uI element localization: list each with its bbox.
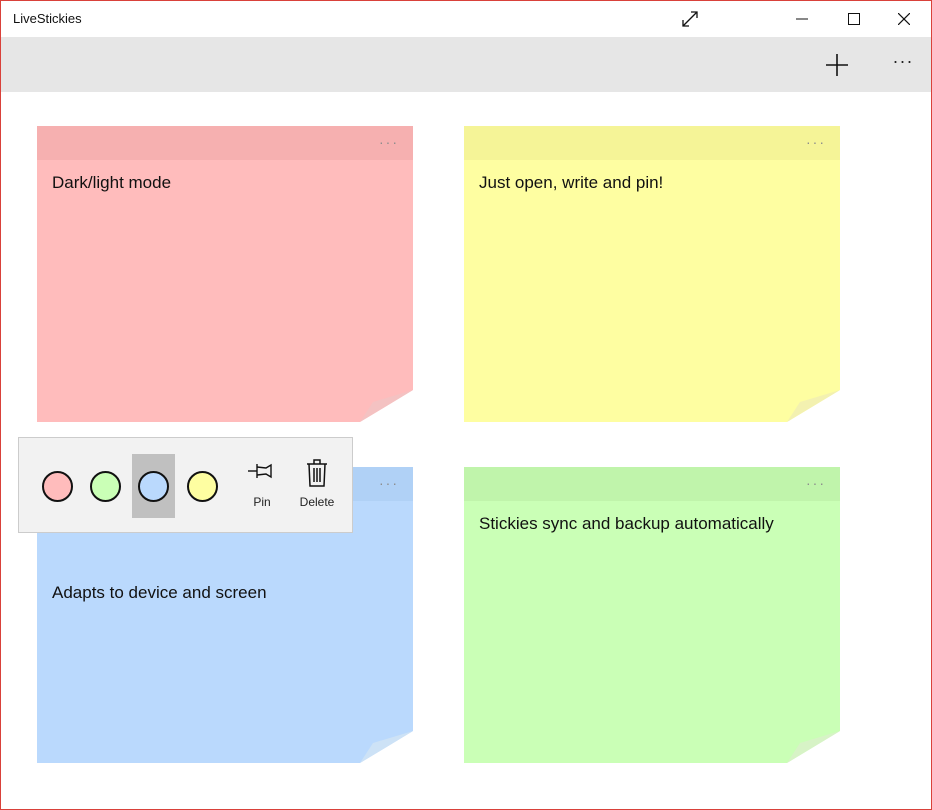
expand-icon[interactable] (667, 1, 713, 37)
delete-label: Delete (299, 495, 335, 509)
color-swatch (42, 470, 73, 502)
minimize-icon[interactable] (779, 1, 825, 37)
close-icon[interactable] (881, 1, 927, 37)
color-option-green[interactable] (84, 454, 127, 518)
add-note-button[interactable] (813, 37, 861, 92)
color-option-red[interactable] (36, 454, 79, 518)
delete-button[interactable]: Delete (292, 458, 342, 518)
maximize-icon[interactable] (831, 1, 877, 37)
pin-label: Pin (253, 495, 271, 509)
note-menu-button[interactable]: ··· (379, 134, 399, 150)
note-text[interactable]: Dark/light mode (52, 173, 171, 193)
color-swatch (187, 470, 218, 502)
note-menu-button[interactable]: ··· (806, 134, 826, 150)
title-bar: LiveStickies (1, 1, 931, 37)
pin-icon (248, 463, 272, 479)
app-window: LiveStickies ··· ··· Dark/light mode ···… (0, 0, 932, 810)
color-swatch (90, 470, 121, 502)
note-text[interactable]: Just open, write and pin! (479, 173, 663, 193)
sticky-note-green[interactable]: ··· Stickies sync and backup automatical… (464, 467, 840, 763)
window-title: LiveStickies (13, 11, 82, 26)
color-option-yellow[interactable] (181, 454, 224, 518)
note-text[interactable]: Stickies sync and backup automatically (479, 514, 774, 534)
color-swatch (138, 470, 169, 502)
note-text[interactable]: Adapts to device and screen (52, 583, 267, 603)
command-bar: ··· (1, 37, 931, 92)
note-options-flyout: Pin Delete (18, 437, 353, 533)
note-header[interactable] (464, 467, 840, 501)
more-options-button[interactable]: ··· (879, 37, 927, 92)
pin-button[interactable]: Pin (237, 458, 287, 518)
sticky-note-yellow[interactable]: ··· Just open, write and pin! (464, 126, 840, 422)
note-menu-button[interactable]: ··· (806, 475, 826, 491)
note-menu-button[interactable]: ··· (379, 475, 399, 491)
color-option-blue[interactable] (132, 454, 175, 518)
sticky-note-red[interactable]: ··· Dark/light mode (37, 126, 413, 422)
note-header[interactable] (464, 126, 840, 160)
plus-icon (826, 53, 848, 76)
more-icon: ··· (892, 50, 914, 71)
trash-icon (307, 459, 327, 487)
note-header[interactable] (37, 126, 413, 160)
